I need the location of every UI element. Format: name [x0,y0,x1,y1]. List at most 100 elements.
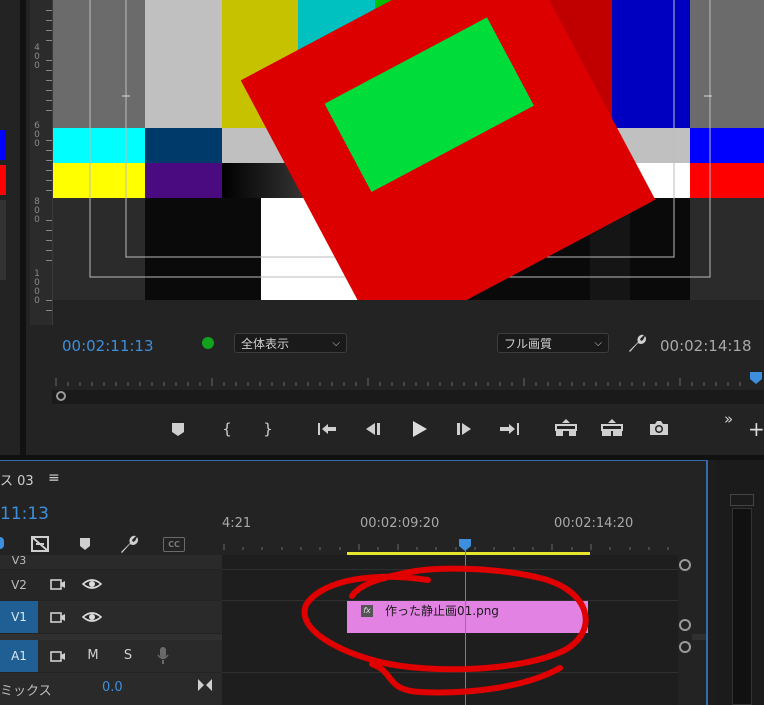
fx-badge-icon: fx [361,605,373,617]
solo-track-button[interactable]: S [121,648,135,663]
lift-button[interactable] [553,417,579,439]
track-content-area: fx 作った静止画01.png [222,555,678,705]
marker-icon [80,538,90,550]
video-preview [30,0,764,300]
snap-icon [31,536,49,552]
film-icon [50,651,65,662]
nest-toggle-icon[interactable] [0,537,4,549]
audio-meter-bar [732,508,752,705]
track-label-v2[interactable]: V2 [0,578,38,592]
mix-arrows-icon[interactable] [196,677,214,693]
step-forward-icon [457,423,471,435]
camera-icon [650,421,668,435]
left-panel-blue-strip [0,130,6,160]
track-output-v1[interactable] [50,609,66,625]
more-buttons-icon[interactable]: » [724,410,733,428]
track-header-a1: A1 M S [0,640,222,672]
track-scrollbar[interactable] [678,555,692,705]
step-forward-button[interactable] [453,418,477,440]
microphone-icon [157,647,169,664]
timeline-playhead-line[interactable] [465,546,466,705]
go-to-in-icon [318,423,336,435]
color-bars-frame [30,0,764,300]
toggle-visibility-v1[interactable] [81,609,103,625]
eye-icon [81,579,103,589]
add-marker-timeline-button[interactable] [77,535,93,553]
track-header-v2: V2 [0,570,222,600]
button-editor-icon[interactable]: + [748,419,764,439]
track-header-mix: ミックス 0.0 [0,673,222,705]
extract-icon [601,419,623,436]
quality-value: フル画質 [504,337,553,351]
monitor-time-ruler[interactable] [52,372,764,390]
ruler-label-600: 600 [34,121,40,149]
track-output-a1[interactable] [50,648,66,664]
zoom-scrollbar[interactable] [52,390,764,404]
timeline-clip[interactable]: fx 作った静止画01.png [347,601,588,633]
ruler-label-400: 400 [34,43,40,71]
ruler-label-1000: 1000 [34,269,40,306]
go-to-out-button[interactable] [497,418,523,440]
playback-quality-select[interactable]: フル画質 ⌵ [497,333,609,353]
left-panel [0,0,20,455]
left-panel-red-strip [0,165,6,195]
timeline-time-ruler[interactable]: 4:21 00:02:09:20 00:02:14:20 [222,512,678,555]
active-panel-highlight-right [706,460,708,705]
ruler-time-label: 4:21 [222,516,252,531]
status-dot-icon [202,337,214,349]
timeline-settings-button[interactable] [117,533,139,555]
track-output-v2[interactable] [50,576,66,592]
captions-icon[interactable]: CC [163,537,185,552]
track-label-a1[interactable]: A1 [0,649,38,663]
track-label-v3[interactable]: V3 [0,555,38,567]
ruler-label-800: 800 [34,197,40,225]
zoom-handle-left[interactable] [56,391,66,401]
marker-icon [172,423,184,436]
film-icon [50,612,65,623]
voice-over-record-button[interactable] [156,646,170,666]
scroll-handle-mid[interactable] [679,619,691,631]
eye-icon [81,612,103,622]
scroll-handle-audio[interactable] [679,641,691,653]
snap-button[interactable] [30,535,50,553]
zoom-level-select[interactable]: 全体表示 ⌵ [234,333,347,353]
play-button[interactable] [407,418,431,440]
add-marker-button[interactable] [168,418,188,440]
track-header-v3: V3 [0,555,222,569]
mute-track-button[interactable]: M [86,648,100,663]
zoom-level-value: 全体表示 [241,337,290,351]
go-to-in-button[interactable] [315,418,339,440]
current-timecode[interactable]: 00:02:11:13 [62,337,154,355]
mark-out-button[interactable]: } [257,418,279,440]
settings-wrench-icon[interactable] [625,332,647,354]
export-frame-button[interactable] [646,417,672,439]
sequence-timecode[interactable]: 11:13 [0,504,49,524]
scroll-handle-top[interactable] [679,559,691,571]
mix-volume-value[interactable]: 0.0 [102,680,123,695]
go-to-out-icon [500,423,519,435]
track-header-v1: V1 [0,601,222,633]
sequence-tab-title[interactable]: ス 03 [0,470,34,489]
mark-in-button[interactable]: { [216,418,238,440]
film-icon [50,579,65,590]
panel-menu-icon[interactable]: ≡ [48,470,60,486]
timeline-playhead-icon[interactable] [458,537,472,551]
chevron-down-icon: ⌵ [594,338,602,349]
track-label-v1[interactable]: V1 [0,610,38,624]
ruler-time-label: 00:02:09:20 [360,516,440,531]
ruler-time-label: 00:02:14:20 [554,516,634,531]
step-back-icon [366,423,380,435]
clip-name: 作った静止画01.png [385,604,499,618]
extract-button[interactable] [599,417,625,439]
vertical-ruler: 400 600 800 1000 [30,0,53,325]
meter-header [730,494,754,506]
left-panel-dark-strip [0,200,6,280]
audio-meters-panel [716,460,764,705]
lift-icon [555,419,577,436]
step-back-button[interactable] [361,418,385,440]
toggle-visibility-v2[interactable] [81,576,103,592]
chevron-down-icon: ⌵ [332,338,340,349]
monitor-playhead-icon[interactable] [749,370,763,384]
play-icon [413,421,427,437]
active-panel-highlight [0,460,708,461]
